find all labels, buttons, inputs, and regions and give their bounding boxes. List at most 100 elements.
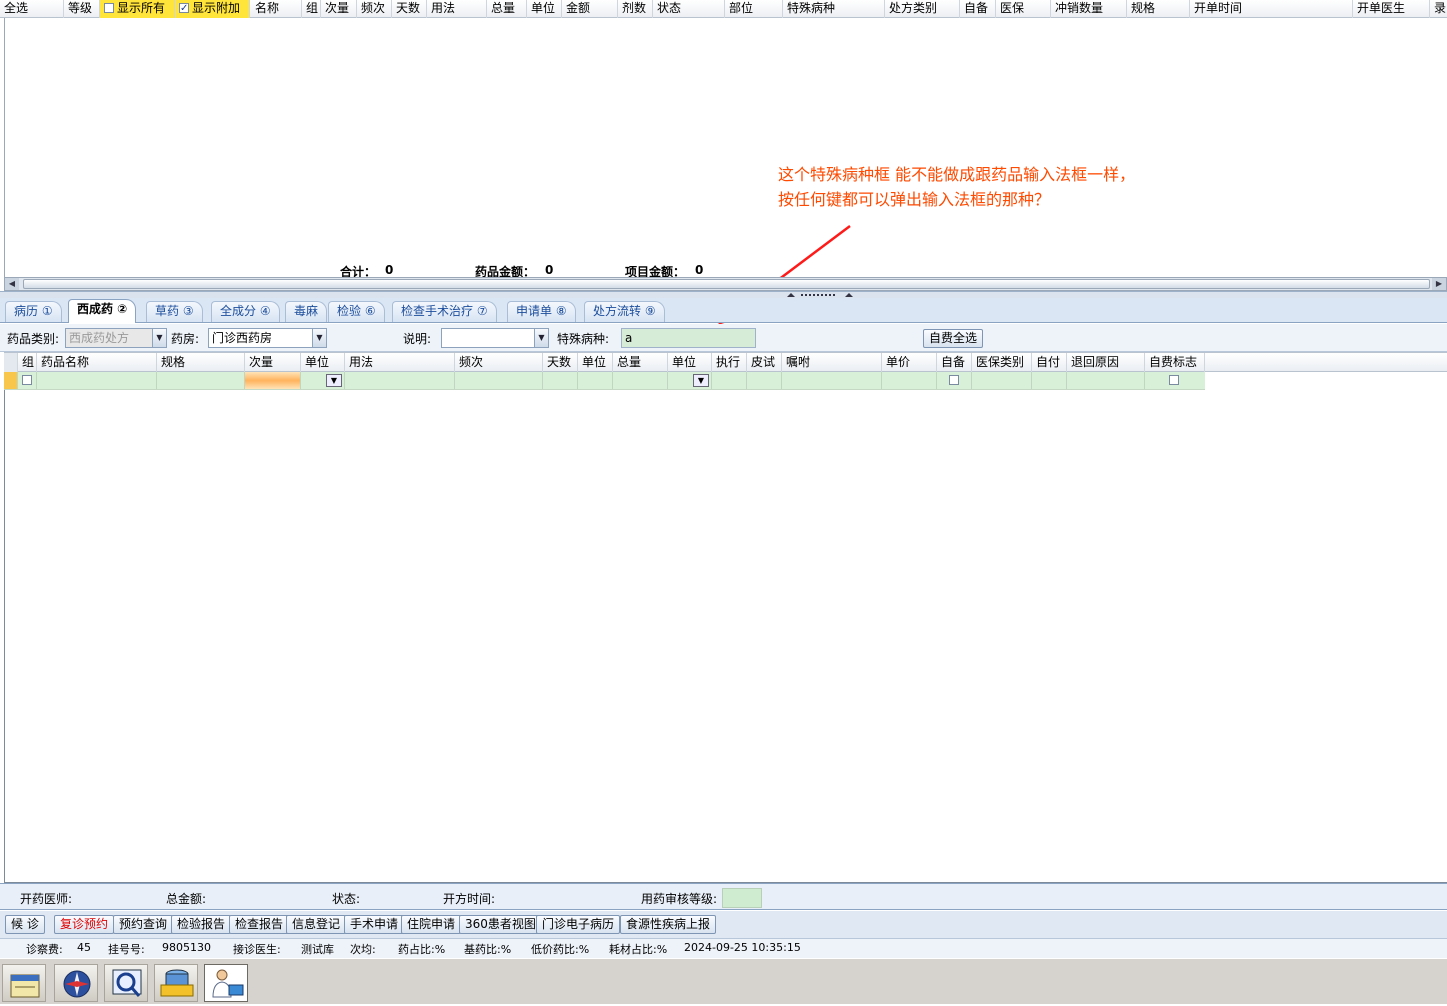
header-doses[interactable]: 剂数 xyxy=(618,0,653,18)
cell-days-unit[interactable] xyxy=(578,372,613,389)
col-execute[interactable]: 执行 xyxy=(712,353,747,372)
header-amount[interactable]: 金额 xyxy=(562,0,618,18)
tab-herbal-medicine[interactable]: 草药 ③ xyxy=(146,301,203,322)
pharmacy-select[interactable]: 门诊西药房 ▼ xyxy=(208,328,327,348)
admission-request-button[interactable]: 住院申请 xyxy=(401,915,462,934)
header-prescription-type[interactable]: 处方类别 xyxy=(885,0,960,18)
cell-drug-name[interactable] xyxy=(37,372,157,389)
tab-lab-test[interactable]: 检验 ⑥ xyxy=(328,301,385,322)
header-self-supplied[interactable]: 自备 xyxy=(960,0,996,18)
tab-prescription-transfer[interactable]: 处方流转 ⑨ xyxy=(584,301,665,322)
header-insurance[interactable]: 医保 xyxy=(996,0,1051,18)
header-writeoff-qty[interactable]: 冲销数量 xyxy=(1051,0,1127,18)
cell-days[interactable] xyxy=(543,372,578,389)
header-level[interactable]: 等级 xyxy=(64,0,100,18)
cell-total[interactable] xyxy=(613,372,668,389)
col-total-unit[interactable]: 单位 xyxy=(668,353,712,372)
checkbox-box[interactable] xyxy=(104,3,114,13)
col-return-reason[interactable]: 退回原因 xyxy=(1067,353,1145,372)
header-days[interactable]: 天数 xyxy=(392,0,427,18)
header-dose[interactable]: 次量 xyxy=(321,0,357,18)
header-status[interactable]: 状态 xyxy=(653,0,725,18)
cell-insurance-type[interactable] xyxy=(972,372,1032,389)
col-dose-unit[interactable]: 单位 xyxy=(301,353,345,372)
header-group[interactable]: 组 xyxy=(302,0,321,18)
cell-self-supplied[interactable] xyxy=(937,372,972,389)
cell-self-pay[interactable] xyxy=(1032,372,1067,389)
row-indicator[interactable] xyxy=(4,372,18,389)
scroll-right-icon[interactable]: ▶ xyxy=(1432,278,1446,290)
cell-self-pay-flag[interactable] xyxy=(1145,372,1205,389)
col-drug-name[interactable]: 药品名称 xyxy=(37,353,157,372)
col-group[interactable]: 组 xyxy=(18,353,37,372)
special-disease-input[interactable]: a xyxy=(621,328,756,348)
cell-return-reason[interactable] xyxy=(1067,372,1145,389)
cell-group[interactable] xyxy=(18,372,37,389)
calendar-icon[interactable] xyxy=(2,964,46,1002)
col-dose[interactable]: 次量 xyxy=(245,353,301,372)
header-special-disease[interactable]: 特殊病种 xyxy=(783,0,885,18)
drug-category-select[interactable]: 西成药处方 ▼ xyxy=(65,328,167,348)
header-total[interactable]: 总量 xyxy=(487,0,527,18)
cell-dose[interactable] xyxy=(245,372,301,389)
chevron-down-icon[interactable]: ▼ xyxy=(326,374,342,387)
tab-all-ingredients[interactable]: 全成分 ④ xyxy=(211,301,280,322)
header-frequency[interactable]: 频次 xyxy=(357,0,392,18)
header-site[interactable]: 部位 xyxy=(725,0,783,18)
header-select-all[interactable]: 全选 xyxy=(0,0,64,18)
horizontal-scrollbar[interactable]: ◀ ▶ xyxy=(4,277,1447,291)
scroll-left-icon[interactable]: ◀ xyxy=(5,278,19,290)
col-instructions[interactable]: 嘱咐 xyxy=(782,353,882,372)
col-insurance-type[interactable]: 医保类别 xyxy=(972,353,1032,372)
col-self-supplied[interactable]: 自备 xyxy=(937,353,972,372)
cell-skin-test[interactable] xyxy=(747,372,782,389)
tab-narcotics[interactable]: 毒麻 xyxy=(285,301,328,322)
header-order-time[interactable]: 开单时间 xyxy=(1190,0,1353,18)
col-days-unit[interactable]: 单位 xyxy=(578,353,613,372)
chevron-down-icon[interactable]: ▼ xyxy=(152,329,166,347)
foodborne-disease-report-button[interactable]: 食源性疾病上报 xyxy=(620,915,717,934)
self-supplied-checkbox[interactable] xyxy=(949,375,959,385)
self-pay-select-all-button[interactable]: 自费全选 xyxy=(923,329,983,348)
audit-level-field[interactable] xyxy=(722,888,762,908)
col-unit-price[interactable]: 单价 xyxy=(882,353,937,372)
tab-request-form[interactable]: 申请单 ⑧ xyxy=(507,301,576,322)
chevron-down-icon[interactable]: ▼ xyxy=(693,374,709,387)
cell-unit-price[interactable] xyxy=(882,372,937,389)
col-frequency[interactable]: 频次 xyxy=(455,353,543,372)
cell-usage[interactable] xyxy=(345,372,455,389)
sql-database-icon[interactable] xyxy=(154,964,198,1002)
header-spec[interactable]: 规格 xyxy=(1127,0,1190,18)
header-usage[interactable]: 用法 xyxy=(427,0,487,18)
drug-grid[interactable] xyxy=(4,352,1447,883)
surgery-request-button[interactable]: 手术申请 xyxy=(344,915,405,934)
cell-dose-unit[interactable]: ▼ xyxy=(301,372,345,389)
cell-instructions[interactable] xyxy=(782,372,882,389)
info-register-button[interactable]: 信息登记 xyxy=(286,915,347,934)
header-unit[interactable]: 单位 xyxy=(527,0,562,18)
cell-execute[interactable] xyxy=(712,372,747,389)
col-spec[interactable]: 规格 xyxy=(157,353,245,372)
emr-button[interactable]: 门诊电子病历 xyxy=(536,915,621,934)
appointment-query-button[interactable]: 预约查询 xyxy=(113,915,174,934)
table-row[interactable]: ▼ ▼ xyxy=(4,372,1205,390)
tab-western-medicine[interactable]: 西成药 ② xyxy=(68,299,137,323)
header-name[interactable]: 名称 xyxy=(251,0,302,18)
col-usage[interactable]: 用法 xyxy=(345,353,455,372)
checkbox-box-checked[interactable] xyxy=(179,0,189,17)
header-record[interactable]: 录 xyxy=(1430,0,1447,18)
scroll-thumb[interactable] xyxy=(23,279,1430,289)
group-checkbox[interactable] xyxy=(22,375,32,385)
show-extra-checkbox[interactable]: 显示附加 xyxy=(175,0,250,18)
self-pay-flag-checkbox[interactable] xyxy=(1169,375,1179,385)
show-all-checkbox[interactable]: 显示所有 xyxy=(100,0,175,18)
cell-total-unit[interactable]: ▼ xyxy=(668,372,712,389)
col-self-pay-flag[interactable]: 自费标志 xyxy=(1145,353,1205,372)
sql-search-icon[interactable] xyxy=(104,964,148,1002)
header-order-doctor[interactable]: 开单医生 xyxy=(1353,0,1430,18)
doctor-icon[interactable] xyxy=(204,964,248,1002)
cell-spec[interactable] xyxy=(157,372,245,389)
panel-splitter[interactable] xyxy=(0,291,1447,298)
follow-up-appointment-button[interactable]: 复诊预约 xyxy=(54,915,115,934)
compass-icon[interactable] xyxy=(54,964,98,1002)
